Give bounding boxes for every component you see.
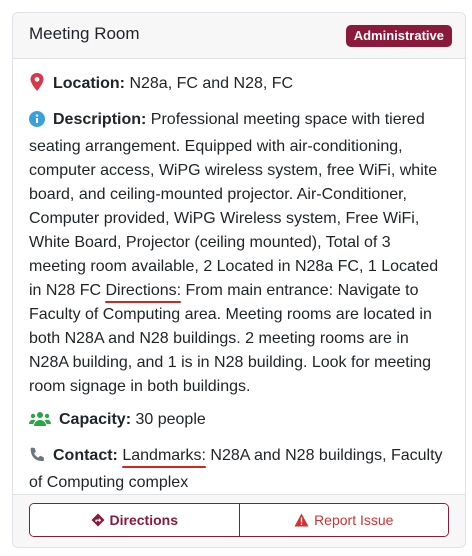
room-title: Meeting Room [29,24,140,43]
location-value: N28a, FC and N28, FC [129,75,294,92]
card-footer: Directions Report Issue [13,494,465,547]
warning-triangle-icon [294,513,309,527]
report-issue-button-label: Report Issue [314,512,394,528]
contact-row: Contact: Landmarks: N28A and N28 buildin… [29,444,449,495]
report-issue-button[interactable]: Report Issue [238,504,448,536]
description-row: Description: Professional meeting space … [29,108,449,399]
card-body: Location: N28a, FC and N28, FC Descripti… [13,59,465,495]
location-row: Location: N28a, FC and N28, FC [29,72,449,99]
users-icon [29,411,51,435]
description-text: Professional meeting space with tiered s… [29,111,439,299]
category-badge: Administrative [345,25,452,47]
location-label: Location: [53,75,125,92]
directions-button[interactable]: Directions [30,504,239,536]
description-label: Description: [53,111,147,128]
room-card: Meeting Room Administrative Location: N2… [12,12,466,548]
capacity-value: 30 people [135,411,206,428]
capacity-label: Capacity: [59,411,132,428]
phone-icon [29,447,45,471]
capacity-row: Capacity: 30 people [29,408,449,435]
directions-button-label: Directions [109,512,178,528]
diamond-turn-icon [91,513,105,527]
directions-label: Directions: [105,282,182,299]
contact-label: Contact: [53,447,118,464]
map-pin-icon [29,73,45,99]
landmarks-label: Landmarks: [122,447,206,464]
info-circle-icon [29,111,45,135]
card-header: Meeting Room Administrative [13,13,465,59]
action-button-group: Directions Report Issue [29,503,449,537]
